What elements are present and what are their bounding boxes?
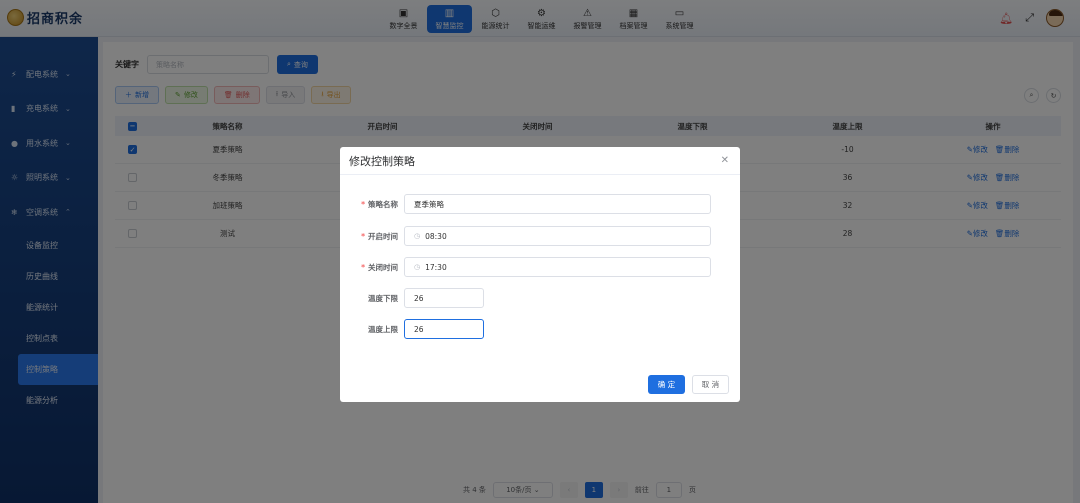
form-row-end: * 关闭时间 ◷ 17:30: [340, 257, 711, 277]
low-temp-input[interactable]: 26: [404, 288, 484, 308]
name-input[interactable]: 夏季策略: [404, 194, 711, 214]
end-time-picker[interactable]: ◷ 17:30: [404, 257, 711, 277]
name-label: 策略名称: [368, 199, 398, 209]
high-temp-input[interactable]: 26: [404, 319, 484, 339]
low-temp-label: 温度下限: [368, 293, 398, 303]
clock-icon: ◷: [414, 232, 421, 240]
close-icon[interactable]: ✕: [721, 155, 729, 166]
end-time-value: 17:30: [425, 262, 447, 272]
form-row-low: 温度下限 26: [340, 288, 484, 308]
dialog-title: 修改控制策略: [340, 147, 740, 175]
required-mark: *: [361, 262, 365, 272]
confirm-button[interactable]: 确 定: [648, 375, 685, 394]
form-row-high: 温度上限 26: [340, 319, 484, 339]
edit-strategy-dialog: 修改控制策略 ✕ * 策略名称 夏季策略 * 开启时间 ◷ 08:30 * 关闭时间 ◷…: [340, 147, 740, 402]
clock-icon: ◷: [414, 263, 421, 271]
cancel-button[interactable]: 取 消: [692, 375, 729, 394]
start-time-picker[interactable]: ◷ 08:30: [404, 226, 711, 246]
form-row-start: * 开启时间 ◷ 08:30: [340, 226, 711, 246]
end-label: 关闭时间: [368, 262, 398, 272]
required-mark: *: [361, 199, 365, 209]
high-temp-label: 温度上限: [368, 324, 398, 334]
form-row-name: * 策略名称 夏季策略: [340, 194, 711, 214]
required-mark: *: [361, 231, 365, 241]
start-time-value: 08:30: [425, 231, 447, 241]
start-label: 开启时间: [368, 231, 398, 241]
